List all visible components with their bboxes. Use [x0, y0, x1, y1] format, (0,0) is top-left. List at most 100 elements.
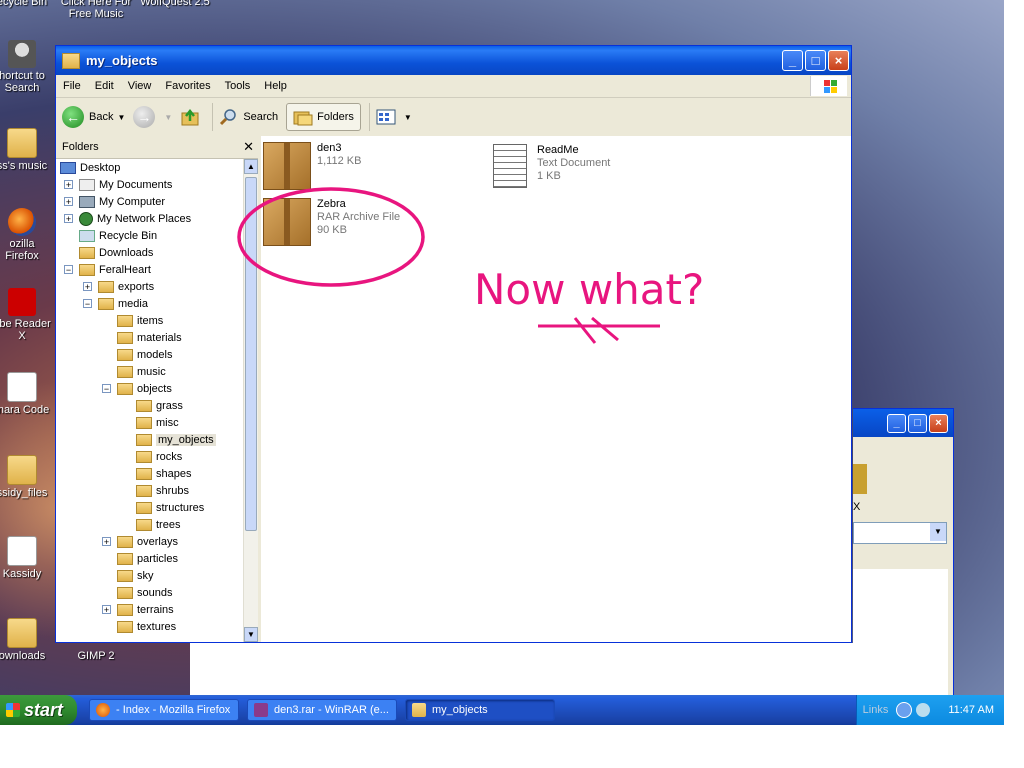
tree-item[interactable]: models — [102, 346, 172, 363]
desktop-icon-kassidy[interactable]: Kassidy — [0, 536, 52, 580]
tree-item[interactable]: sky — [102, 567, 154, 584]
desktop-icon-code[interactable]: mara Code — [0, 372, 52, 416]
collapse-icon[interactable]: − — [83, 299, 92, 309]
expand-icon[interactable]: + — [102, 605, 111, 615]
search-icon[interactable] — [916, 703, 931, 717]
tree-item[interactable]: + My Documents — [64, 176, 172, 193]
start-button[interactable]: start — [0, 695, 77, 725]
chevron-down-icon[interactable]: ▼ — [404, 113, 412, 122]
links-toolbar[interactable]: Links — [863, 704, 889, 716]
expand-icon[interactable]: + — [64, 180, 73, 190]
text-document-icon — [493, 144, 527, 188]
menu-edit[interactable]: Edit — [88, 80, 121, 92]
up-folder-button[interactable] — [180, 108, 204, 126]
tree-item[interactable]: sounds — [102, 584, 172, 601]
taskbar-item-winrar[interactable]: den3.rar - WinRAR (e... — [247, 699, 397, 721]
expand-icon[interactable]: + — [64, 197, 73, 207]
desktop-icon-music[interactable]: ss's music — [0, 128, 52, 172]
scroll-thumb[interactable] — [245, 177, 257, 531]
tree-item-label: sounds — [137, 586, 173, 599]
tree-item[interactable]: shrubs — [121, 482, 189, 499]
tree-item[interactable]: + exports — [83, 278, 154, 295]
close-button[interactable]: × — [929, 413, 948, 433]
file-item-zebra[interactable]: Zebra RAR Archive File 90 KB — [263, 198, 400, 246]
collapse-icon[interactable]: − — [64, 265, 73, 275]
tree-item-label: shrubs — [156, 484, 190, 497]
tree-item[interactable]: − objects — [102, 380, 172, 397]
window-titlebar[interactable]: my_objects _ □ × — [56, 46, 851, 75]
expand-icon[interactable]: + — [83, 282, 92, 292]
menu-file[interactable]: File — [56, 80, 88, 92]
file-name: den3 — [317, 142, 342, 154]
chevron-left-icon[interactable] — [896, 702, 913, 718]
tree-item[interactable]: misc — [121, 414, 179, 431]
desktop-icon-wolfquest[interactable]: WolfQuest 2.5 — [132, 0, 218, 8]
document-icon — [7, 536, 37, 566]
minimize-button[interactable]: _ — [782, 50, 803, 71]
close-icon[interactable]: ✕ — [243, 139, 254, 155]
tree-item[interactable]: + terrains — [102, 601, 174, 618]
scroll-up-arrow-icon[interactable]: ▲ — [244, 159, 258, 174]
tree-item[interactable]: shapes — [121, 465, 191, 482]
tree-item[interactable]: my_objects — [121, 431, 216, 448]
views-button[interactable]: ▼ — [376, 108, 412, 126]
desktop-icon-files[interactable]: ssidy_files — [0, 455, 52, 499]
tree-item[interactable]: rocks — [121, 448, 182, 465]
chevron-down-icon[interactable]: ▼ — [117, 113, 125, 122]
search-button[interactable]: Search — [219, 108, 278, 126]
tree-item[interactable]: + My Network Places — [64, 210, 191, 227]
maximize-button[interactable]: □ — [908, 413, 927, 433]
tree-item[interactable]: particles — [102, 550, 178, 567]
menu-favorites[interactable]: Favorites — [158, 80, 217, 92]
maximize-button[interactable]: □ — [805, 50, 826, 71]
tree-item[interactable]: Recycle Bin — [64, 227, 157, 244]
minimize-button[interactable]: _ — [887, 413, 906, 433]
tree-item[interactable]: trees — [121, 516, 180, 533]
back-button[interactable]: ← Back ▼ — [62, 106, 125, 128]
forward-button[interactable]: → ▼ — [133, 106, 172, 128]
tree-item[interactable]: music — [102, 363, 166, 380]
tree-item[interactable]: structures — [121, 499, 204, 516]
tree-item[interactable]: Desktop — [60, 159, 120, 176]
desktop-icon-free-music[interactable]: Click Here For Free Music — [56, 0, 136, 20]
desktop-icon-search-shortcut[interactable]: hortcut to Search — [0, 40, 52, 94]
menu-view[interactable]: View — [121, 80, 159, 92]
collapse-icon[interactable]: − — [102, 384, 111, 394]
tree-item[interactable]: Downloads — [64, 244, 153, 261]
folders-button[interactable]: Folders — [286, 103, 361, 131]
folder-icon — [62, 52, 80, 69]
close-button[interactable]: × — [828, 50, 849, 71]
tree-item[interactable]: items — [102, 312, 163, 329]
expand-icon[interactable]: + — [102, 537, 111, 547]
tree-item-label: misc — [156, 416, 179, 429]
tree-item[interactable]: + My Computer — [64, 193, 165, 210]
file-item-readme[interactable]: ReadMe Text Document 1 KB — [485, 144, 610, 188]
path-combobox[interactable]: ▼ — [853, 522, 947, 544]
tree-item[interactable]: grass — [121, 397, 183, 414]
desktop-icon-gimp[interactable]: GIMP 2 — [66, 650, 126, 662]
chevron-down-icon[interactable]: ▼ — [930, 523, 946, 541]
explorer-window: my_objects _ □ × File Edit View Favorite… — [55, 45, 852, 643]
menu-tools[interactable]: Tools — [218, 80, 258, 92]
desktop-icon-recycle-bin[interactable]: ecycle Bin — [0, 0, 52, 8]
winrar-window[interactable]: _ □ × X ▼ — [853, 408, 954, 700]
folder-tree-scrollbar[interactable]: ▲ ▼ — [243, 159, 258, 642]
taskbar-item-firefox[interactable]: - Index - Mozilla Firefox — [89, 699, 239, 721]
desktop-icon-adobe-reader[interactable]: obe Reader X — [0, 288, 52, 342]
scroll-down-arrow-icon[interactable]: ▼ — [244, 627, 258, 642]
desktop-icon-firefox[interactable]: ozilla Firefox — [0, 208, 52, 262]
taskbar-item-my-objects[interactable]: my_objects — [405, 699, 555, 721]
tree-item[interactable]: textures — [102, 618, 176, 635]
tree-item[interactable]: + overlays — [102, 533, 178, 550]
tree-item-label: grass — [156, 399, 183, 412]
chevron-down-icon[interactable]: ▼ — [164, 113, 172, 122]
expand-icon[interactable]: + — [64, 214, 73, 224]
tree-item-label: media — [118, 297, 148, 310]
menu-help[interactable]: Help — [257, 80, 294, 92]
file-item-den3[interactable]: den3 1,112 KB — [263, 142, 361, 190]
tree-item[interactable]: − FeralHeart — [64, 261, 151, 278]
tree-item[interactable]: materials — [102, 329, 182, 346]
tree-item[interactable]: − media — [83, 295, 148, 312]
desktop-icon-downloads[interactable]: ownloads — [0, 618, 52, 662]
firefox-icon — [8, 208, 36, 236]
